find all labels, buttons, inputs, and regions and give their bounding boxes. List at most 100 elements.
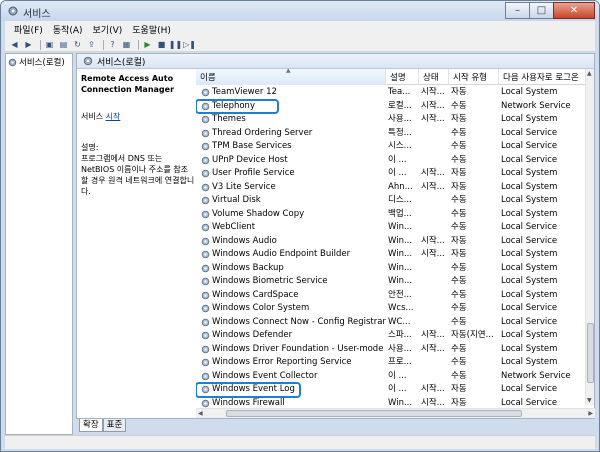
console-tree-icon[interactable]: ▣ (44, 39, 55, 50)
service-description-cell: 스파... (388, 330, 412, 340)
service-description-cell: 사용... (388, 114, 412, 124)
service-logon-cell: Local System (501, 181, 558, 192)
service-description-cell: 디스... (388, 195, 412, 205)
service-name-cell: Telephony (196, 98, 279, 114)
table-row[interactable]: WebClient Win... 수동 Local Service (196, 221, 586, 235)
maximize-icon: □ (536, 5, 547, 16)
view-icon[interactable]: ▦ (121, 39, 132, 50)
table-row[interactable]: Volume Shadow Copy 백업... 수동 Local System (196, 208, 586, 222)
help-icon[interactable]: ? (107, 39, 118, 50)
service-name: Windows Backup (212, 262, 284, 273)
service-name-cell: Windows CardSpace (196, 289, 386, 303)
service-logon-cell: Local Service (501, 154, 558, 165)
table-row[interactable]: Themes 사용... 시작... 자동 Local System (196, 113, 586, 127)
tab-extended[interactable]: 확장 (79, 419, 103, 432)
service-name-cell: Themes (196, 113, 386, 127)
horizontal-scroll-thumb[interactable] (226, 410, 522, 417)
service-description-cell: 안전... (388, 289, 412, 300)
column-name[interactable]: 이름 ▲ (196, 69, 386, 85)
table-row[interactable]: User Profile Service 이 ... 시작... 자동 Local Sy… (196, 167, 586, 181)
column-startup-type[interactable]: 시작 유형 (449, 69, 499, 85)
back-arrow-icon[interactable]: ◀ (9, 39, 20, 50)
service-description-cell: Wcs... (388, 303, 414, 313)
pause-service-icon[interactable]: ❚❚ (169, 39, 182, 50)
service-name: Virtual Disk (212, 195, 261, 205)
service-logon-cell: Local System (501, 168, 558, 178)
menu-file[interactable]: 파일(F) (9, 23, 48, 36)
stop-service-icon[interactable]: ■ (156, 39, 167, 50)
table-row[interactable]: Windows Backup Win... 수동 Local System (196, 262, 586, 276)
scroll-left-icon[interactable]: ◀ (198, 410, 203, 417)
service-gear-icon (201, 372, 210, 380)
table-row[interactable]: V3 Lite Service Ahn... 시작... 자동 Local System (196, 181, 586, 195)
table-row[interactable]: Windows Error Reporting Service 프로... 수동 Lo… (196, 356, 586, 370)
column-logon-as[interactable]: 다음 사용자로 로그온 (499, 69, 586, 85)
column-status[interactable]: 상태 (419, 69, 449, 85)
refresh-icon[interactable]: ↻ (72, 39, 83, 50)
vertical-scrollbar[interactable]: ▲ ▼ (585, 69, 594, 405)
table-row[interactable]: TeamViewer 12 Tea... 시작... 자동 Local System (196, 86, 586, 100)
service-gear-icon (201, 129, 210, 137)
table-row[interactable]: Windows Connect Now - Config Registrar WC… (196, 316, 586, 330)
tree-item-label: 서비스(로컬) (19, 58, 65, 68)
horizontal-scrollbar[interactable]: ◀ ▶ (196, 408, 595, 418)
tree-item-services-local[interactable]: 서비스(로컬) (8, 56, 65, 68)
service-logon-cell: Local Service (501, 141, 558, 151)
start-service-link[interactable]: 시작 (106, 112, 121, 121)
forward-arrow-icon[interactable]: ▶ (23, 39, 34, 50)
service-name-cell: Windows Error Reporting Service (196, 356, 386, 370)
scroll-right-icon[interactable]: ▶ (588, 410, 593, 417)
service-startup-type-cell: 수동 (451, 303, 467, 313)
service-startup-type-cell: 자동 (451, 235, 467, 246)
table-row[interactable]: Windows CardSpace 안전... 수동 Local System (196, 289, 586, 303)
service-gear-icon (201, 116, 210, 124)
table-row[interactable]: TPM Base Services 시스... 수동 Local Service (196, 140, 586, 154)
service-status-cell (419, 208, 449, 222)
column-description[interactable]: 설명 (386, 69, 419, 85)
close-icon: ✕ (569, 5, 579, 16)
service-name: User Profile Service (212, 168, 295, 178)
properties-icon[interactable]: ▤ (58, 39, 69, 50)
scroll-up-icon[interactable]: ▲ (587, 70, 592, 77)
table-row[interactable]: Thread Ordering Server 특정... 수동 Local Servi… (196, 127, 586, 141)
service-logon-cell: Local System (501, 343, 558, 354)
service-name: Windows Color System (212, 303, 310, 313)
menu-action[interactable]: 동작(A) (48, 23, 88, 36)
table-row[interactable]: Windows Event Collector 이 ... 수동 Network Se… (196, 370, 586, 384)
service-startup-type-cell: 수동 (451, 316, 467, 327)
menu-view[interactable]: 보기(V) (88, 23, 128, 36)
table-row[interactable]: Windows Defender 스파... 시작... 자동(지연... Local … (196, 329, 586, 343)
service-gear-icon (201, 345, 210, 353)
table-row[interactable]: Telephony 로컬... 시작... 수동 Network Service (196, 98, 586, 114)
table-row[interactable]: Windows Audio Endpoint Builder Win... 시작..… (196, 248, 586, 262)
vertical-scroll-thumb[interactable] (587, 323, 594, 383)
table-row[interactable]: Windows Color System Wcs... 수동 Local Servic… (196, 302, 586, 316)
service-startup-type-cell: 수동 (451, 195, 467, 205)
service-gear-icon (201, 251, 210, 259)
minimize-button[interactable]: – (505, 2, 530, 19)
tab-standard[interactable]: 표준 (102, 419, 127, 432)
service-description-cell: 시스... (388, 141, 412, 151)
console-tree: 서비스(로컬) (5, 53, 73, 435)
service-status-cell: 시작... (421, 181, 445, 192)
table-row[interactable]: Windows Biometric Service Win... 수동 Local S… (196, 275, 586, 289)
service-logon-cell: Local System (501, 357, 558, 367)
start-service-line: 서비스 시작 (81, 111, 195, 122)
export-icon[interactable]: ⇪ (86, 39, 97, 50)
service-name-cell: TPM Base Services (196, 140, 386, 154)
service-name-cell: Volume Shadow Copy (196, 208, 386, 222)
menu-help[interactable]: 도움말(H) (127, 23, 176, 36)
table-row[interactable]: Windows Event Log 이 ... 시작... 자동 Local Servi… (196, 382, 586, 398)
service-name: Windows Connect Now - Config Registrar (212, 316, 386, 327)
restart-service-icon[interactable]: ▷❚ (183, 39, 196, 50)
table-row[interactable]: Virtual Disk 디스... 수동 Local System (196, 194, 586, 208)
table-row[interactable]: Windows Audio Win... 시작... 자동 Local Service (196, 235, 586, 249)
table-row[interactable]: Windows Driver Foundation - User-mode D.… (196, 343, 586, 357)
service-startup-type-cell: 수동 (451, 357, 467, 367)
table-row[interactable]: UPnP Device Host 이 ... 수동 Local Service (196, 154, 586, 168)
start-service-icon[interactable]: ▶ (142, 39, 153, 50)
close-button[interactable]: ✕ (553, 2, 595, 19)
service-logon-cell: Local Service (501, 222, 558, 232)
maximize-button[interactable]: □ (529, 2, 554, 19)
scroll-down-icon[interactable]: ▼ (587, 397, 592, 404)
